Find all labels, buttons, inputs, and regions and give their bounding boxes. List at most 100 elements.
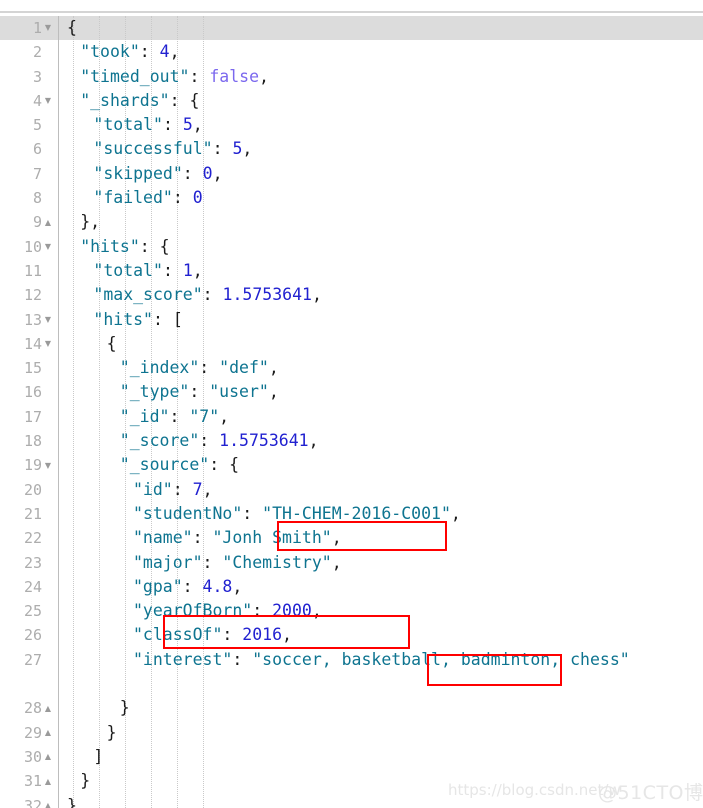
token: : — [139, 42, 160, 62]
code-line-24[interactable]: "gpa": 4.8, — [59, 575, 703, 599]
token: "TH-CHEM-2016-C001" — [262, 503, 451, 523]
code-content[interactable]: {"took": 4, "timed_out": false, "_shards":… — [59, 16, 703, 808]
fold-toggle-icon[interactable]: ▼ — [42, 308, 54, 332]
line-number-7[interactable]: 7▼ — [0, 162, 58, 186]
line-number-12[interactable]: 12▼ — [0, 283, 58, 307]
line-number-10[interactable]: 10 ▼ — [0, 235, 58, 259]
code-line-26[interactable]: "classOf": 2016, — [59, 623, 703, 647]
token: "major" — [133, 552, 203, 572]
code-line-9[interactable]: }, — [59, 210, 703, 234]
code-line-12[interactable]: "max_score": 1.5753641, — [59, 283, 703, 307]
token: "Jonh Smith" — [212, 528, 332, 548]
top-divider — [0, 11, 703, 13]
line-number-26[interactable]: 26▼ — [0, 623, 58, 647]
line-number-19[interactable]: 19 ▼ — [0, 453, 58, 477]
line-number-11[interactable]: 11▼ — [0, 259, 58, 283]
code-line-17[interactable]: "_id": "7", — [59, 405, 703, 429]
token: : — [199, 431, 220, 451]
fold-toggle-icon[interactable]: ▲ — [42, 697, 54, 721]
code-line-31[interactable]: } — [59, 769, 703, 793]
line-number-1[interactable]: 1 ▼ — [0, 16, 58, 40]
line-number-5[interactable]: 5▼ — [0, 113, 58, 137]
token: : — [202, 552, 223, 572]
token: "took" — [80, 42, 140, 62]
code-line-32[interactable]: } — [59, 794, 703, 808]
code-line-30[interactable]: ] — [59, 745, 703, 769]
code-line-4[interactable]: "_shards": { — [59, 89, 703, 113]
line-number-label: 10 — [23, 237, 42, 256]
line-number-label: 9 — [32, 213, 42, 232]
fold-toggle-icon[interactable]: ▲ — [42, 211, 54, 235]
code-line-22[interactable]: "name": "Jonh Smith", — [59, 526, 703, 550]
code-line-1[interactable]: { — [59, 16, 703, 40]
line-number-2[interactable]: 2▼ — [0, 40, 58, 64]
code-line-28[interactable]: } — [59, 696, 703, 720]
token: : — [252, 601, 273, 621]
fold-toggle-icon[interactable]: ▲ — [42, 721, 54, 745]
line-number-28[interactable]: 28 ▲ — [0, 696, 58, 720]
code-line-11[interactable]: "total": 1, — [59, 259, 703, 283]
code-line-29[interactable]: } — [59, 721, 703, 745]
line-number-label: 24 — [23, 577, 42, 596]
token: "skipped" — [93, 163, 183, 183]
code-line-27[interactable]: "interest": "soccer, basketball, badmint… — [59, 648, 703, 697]
code-line-10[interactable]: "hits": { — [59, 235, 703, 259]
token: } — [106, 722, 117, 742]
fold-toggle-icon[interactable]: ▼ — [42, 89, 54, 113]
line-number-14[interactable]: 14 ▼ — [0, 332, 58, 356]
code-line-18[interactable]: "_score": 1.5753641, — [59, 429, 703, 453]
line-number-18[interactable]: 18▼ — [0, 429, 58, 453]
line-number-label: 26 — [23, 626, 42, 645]
fold-toggle-icon[interactable]: ▲ — [42, 794, 54, 808]
line-number-8[interactable]: 8▼ — [0, 186, 58, 210]
code-line-7[interactable]: "skipped": 0, — [59, 162, 703, 186]
code-line-20[interactable]: "id": 7, — [59, 478, 703, 502]
line-number-gutter[interactable]: 1▼2▼3▼4▼5▼6▼7▼8▼9▲10▼11▼12▼13▼14▼15▼16▼1… — [0, 16, 58, 808]
fold-toggle-icon[interactable]: ▼ — [42, 16, 54, 40]
line-number-31[interactable]: 31 ▲ — [0, 769, 58, 793]
code-line-5[interactable]: "total": 5, — [59, 113, 703, 137]
line-number-15[interactable]: 15▼ — [0, 356, 58, 380]
code-line-19[interactable]: "_source": { — [59, 453, 703, 477]
line-number-16[interactable]: 16▼ — [0, 380, 58, 404]
line-number-29[interactable]: 29 ▲ — [0, 721, 58, 745]
line-number-32[interactable]: 32 ▲ — [0, 794, 58, 808]
line-number-21[interactable]: 21▼ — [0, 502, 58, 526]
fold-toggle-icon[interactable]: ▼ — [42, 235, 54, 259]
code-line-14[interactable]: { — [59, 332, 703, 356]
code-line-15[interactable]: "_index": "def", — [59, 356, 703, 380]
token: "hits" — [80, 236, 140, 256]
line-number-6[interactable]: 6▼ — [0, 137, 58, 161]
fold-toggle-icon[interactable]: ▼ — [42, 332, 54, 356]
code-line-25[interactable]: "yearOfBorn": 2000, — [59, 599, 703, 623]
code-line-13[interactable]: "hits": [ — [59, 308, 703, 332]
line-number-label: 15 — [23, 359, 42, 378]
code-line-23[interactable]: "major": "Chemistry", — [59, 551, 703, 575]
fold-toggle-icon[interactable]: ▲ — [42, 770, 54, 794]
fold-placeholder-icon: ▼ — [42, 575, 54, 599]
code-line-2[interactable]: "took": 4, — [59, 40, 703, 64]
line-number-23[interactable]: 23▼ — [0, 551, 58, 575]
line-number-25[interactable]: 25▼ — [0, 599, 58, 623]
token: "_type" — [119, 382, 190, 402]
fold-placeholder-icon: ▼ — [42, 259, 54, 283]
token: , — [192, 115, 203, 135]
line-number-9[interactable]: 9 ▲ — [0, 210, 58, 234]
code-line-8[interactable]: "failed": 0 — [59, 186, 703, 210]
line-number-4[interactable]: 4 ▼ — [0, 89, 58, 113]
line-number-27[interactable]: 27▼ — [0, 648, 58, 697]
line-number-3[interactable]: 3▼ — [0, 65, 58, 89]
code-line-21[interactable]: "studentNo": "TH-CHEM-2016-C001", — [59, 502, 703, 526]
code-line-16[interactable]: "_type": "user", — [59, 380, 703, 404]
line-number-24[interactable]: 24▼ — [0, 575, 58, 599]
line-number-20[interactable]: 20▼ — [0, 478, 58, 502]
line-number-30[interactable]: 30 ▲ — [0, 745, 58, 769]
code-line-6[interactable]: "successful": 5, — [59, 137, 703, 161]
line-number-22[interactable]: 22▼ — [0, 526, 58, 550]
fold-toggle-icon[interactable]: ▼ — [42, 454, 54, 478]
token: "Chemistry" — [222, 552, 332, 572]
line-number-17[interactable]: 17▼ — [0, 405, 58, 429]
line-number-13[interactable]: 13 ▼ — [0, 308, 58, 332]
code-line-3[interactable]: "timed_out": false, — [59, 65, 703, 89]
fold-toggle-icon[interactable]: ▲ — [42, 745, 54, 769]
